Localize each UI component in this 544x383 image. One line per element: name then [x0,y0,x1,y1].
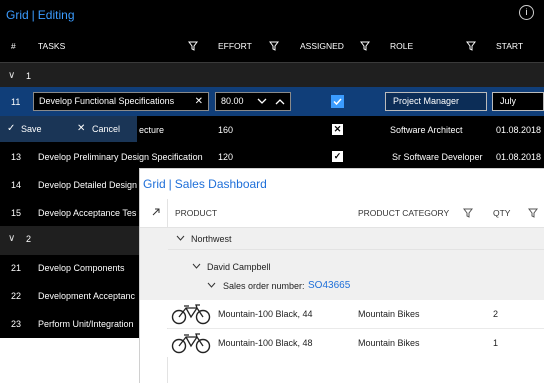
product-cell: Mountain-100 Black, 48 [218,338,313,348]
category-cell: Mountain Bikes [358,309,420,319]
chevron-down-icon[interactable] [192,263,201,269]
editing-grid-title: Grid | Editing [6,8,75,22]
grid-title-sub: Sales Dashboard [174,177,267,191]
column-header-assigned[interactable]: ASSIGNED [300,30,344,62]
editing-row[interactable]: 11 Develop Functional Specifications ✕ 8… [0,87,544,116]
sales-dashboard-title: Grid | Sales Dashboard [143,177,267,191]
column-header-id[interactable]: # [11,30,16,62]
row-id: 14 [11,180,22,190]
effort-cell: 160 [218,125,234,135]
qty-cell: 1 [493,338,499,348]
table-row[interactable]: 13 Develop Preliminary Design Specificat… [0,143,544,171]
start-cell: 01.08.2018 [496,125,542,135]
effort-value: 80.00 [221,96,244,106]
task-cell: Develop Detailed Design [38,180,138,190]
role-cell: Software Architect [390,125,463,135]
row-id: 23 [11,319,22,329]
task-cell: Perform Unit/Integration [38,319,134,329]
table-row[interactable]: Mountain-100 Black, 44 Mountain Bikes 2 [140,300,544,328]
role-select[interactable]: Project Manager [385,92,487,111]
sales-dashboard-panel: Grid | Sales Dashboard PRODUCT PRODUCT CAT… [139,168,544,383]
row-id: 15 [11,208,22,218]
group-region-label: Northwest [191,234,232,244]
grid-title-sub: Editing [37,8,75,22]
clear-icon[interactable]: ✕ [195,93,203,110]
column-header-qty[interactable]: QTY [493,199,510,228]
column-header-effort[interactable]: EFFORT [218,30,252,62]
sales-order-label: Sales order number: [223,281,305,291]
group-indent [140,228,168,303]
x-checkbox-icon[interactable]: ✕ [332,124,343,135]
chevron-down-icon[interactable]: ∨ [8,233,15,244]
chevron-down-icon[interactable] [176,235,185,241]
role-value: Project Manager [393,96,460,106]
task-cell: ecture [139,125,165,135]
column-header-product-category[interactable]: PRODUCT CATEGORY [358,199,449,228]
sales-order-number[interactable]: SO43665 [308,280,350,291]
row-id: 21 [11,263,22,273]
grid-title-main: Grid [143,177,166,191]
role-cell: Sr Software Developer [392,152,483,162]
bicycle-icon [171,304,211,325]
bicycle-icon [171,333,211,354]
task-cell: Development Acceptanc [38,291,136,301]
grid-title-main: Grid [6,8,29,22]
product-cell: Mountain-100 Black, 44 [218,309,313,319]
chevron-down-icon[interactable]: ∨ [8,70,15,81]
row-id: 11 [11,97,21,107]
category-cell: Mountain Bikes [358,338,420,348]
group-person-label: David Campbell [207,262,271,272]
filter-icon[interactable] [528,208,538,218]
start-date-value: July [500,96,517,106]
start-cell: 01.08.2018 [496,152,542,162]
chevron-down-icon[interactable] [207,282,216,288]
checkmark-icon [333,98,342,106]
row-id: 13 [11,152,22,162]
info-icon[interactable]: i [519,5,534,20]
effort-stepper[interactable]: 80.00 [215,92,291,111]
assigned-checkbox[interactable] [331,95,344,108]
task-cell: Develop Acceptance Tes [38,208,137,218]
group-divider [168,249,544,250]
filter-icon[interactable] [269,41,279,51]
task-cell: Develop Preliminary Design Specification [38,152,203,162]
filter-icon[interactable] [466,41,476,51]
filter-icon[interactable] [360,41,370,51]
table-row[interactable]: Mountain-100 Black, 48 Mountain Bikes 1 [140,329,544,357]
effort-cell: 120 [218,152,234,162]
column-header-start-date[interactable]: START DATE [496,30,544,83]
task-input-value: Develop Functional Specifications [39,96,175,106]
qty-cell: 2 [493,309,499,319]
row-id: 22 [11,291,22,301]
column-header-product[interactable]: PRODUCT [175,199,217,228]
group-label: 2 [26,234,32,244]
group-label: 1 [26,71,32,81]
column-header-role[interactable]: ROLE [390,30,413,62]
filter-icon[interactable] [463,208,473,218]
task-input[interactable]: Develop Functional Specifications ✕ [33,92,209,111]
column-header-tasks[interactable]: TASKS [38,30,65,62]
task-cell: Develop Components [38,263,125,273]
filter-icon[interactable] [188,41,198,51]
expand-arrow-icon[interactable] [151,207,161,217]
chevron-up-icon[interactable] [275,98,285,105]
checkmark-icon[interactable]: ✓ [332,151,343,162]
start-date-input[interactable]: July [492,92,544,111]
chevron-down-icon[interactable] [257,98,267,105]
table-row[interactable]: ecture 160 ✕ Software Architect 01.08.20… [0,116,544,144]
